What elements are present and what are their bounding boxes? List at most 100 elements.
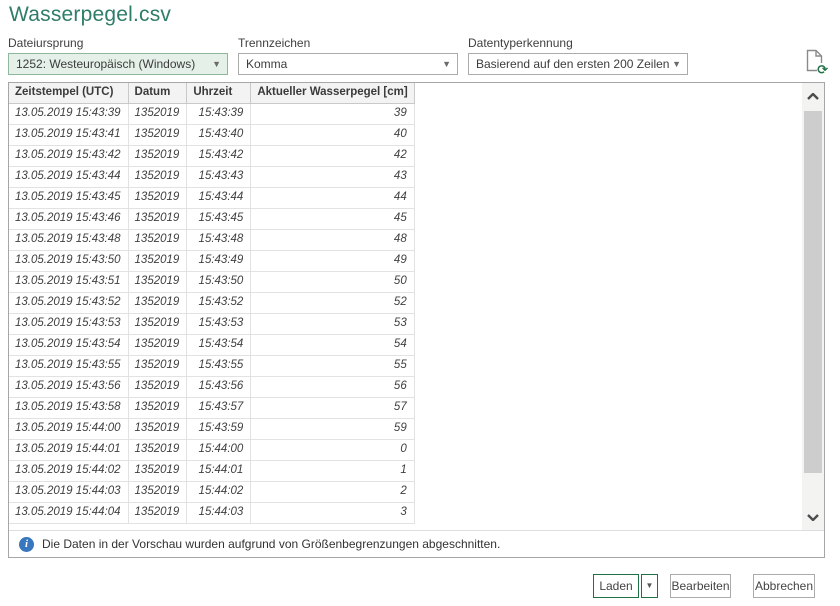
table-cell: 15:43:39 bbox=[187, 103, 251, 124]
table-cell: 48 bbox=[251, 229, 414, 250]
page-title: Wasserpegel.csv bbox=[9, 3, 171, 27]
chevron-down-icon bbox=[807, 514, 819, 521]
table-cell: 13.05.2019 15:44:03 bbox=[9, 481, 128, 502]
info-icon: i bbox=[19, 537, 34, 552]
table-cell: 13.05.2019 15:44:00 bbox=[9, 418, 128, 439]
table-row: 13.05.2019 15:43:55135201915:43:5555 bbox=[9, 355, 414, 376]
table-cell: 1352019 bbox=[128, 292, 187, 313]
table-row: 13.05.2019 15:44:03135201915:44:022 bbox=[9, 481, 414, 502]
chevron-down-icon: ▼ bbox=[672, 54, 681, 74]
scrollbar-thumb[interactable] bbox=[804, 111, 822, 473]
table-cell: 56 bbox=[251, 376, 414, 397]
data-preview-panel: Zeitstempel (UTC)DatumUhrzeitAktueller W… bbox=[8, 82, 825, 558]
table-cell: 13.05.2019 15:43:51 bbox=[9, 271, 128, 292]
load-button[interactable]: Laden bbox=[593, 574, 639, 598]
table-cell: 13.05.2019 15:43:46 bbox=[9, 208, 128, 229]
table-cell: 15:44:03 bbox=[187, 502, 251, 523]
table-cell: 1352019 bbox=[128, 229, 187, 250]
chevron-down-icon: ▼ bbox=[212, 54, 221, 74]
table-cell: 15:43:48 bbox=[187, 229, 251, 250]
column-header: Uhrzeit bbox=[187, 83, 251, 103]
chevron-down-icon: ▼ bbox=[442, 54, 451, 74]
table-cell: 13.05.2019 15:43:53 bbox=[9, 313, 128, 334]
load-dropdown-arrow-button[interactable]: ▼ bbox=[641, 574, 658, 598]
table-cell: 0 bbox=[251, 439, 414, 460]
table-cell: 1 bbox=[251, 460, 414, 481]
table-cell: 15:43:57 bbox=[187, 397, 251, 418]
table-cell: 15:44:01 bbox=[187, 460, 251, 481]
table-cell: 15:43:59 bbox=[187, 418, 251, 439]
file-origin-group: Dateiursprung 1252: Westeuropäisch (Wind… bbox=[8, 36, 228, 75]
table-cell: 13.05.2019 15:43:54 bbox=[9, 334, 128, 355]
table-cell: 42 bbox=[251, 145, 414, 166]
table-cell: 15:43:44 bbox=[187, 187, 251, 208]
cancel-button[interactable]: Abbrechen bbox=[753, 574, 815, 598]
delimiter-dropdown[interactable]: Komma ▼ bbox=[238, 53, 458, 75]
table-cell: 1352019 bbox=[128, 271, 187, 292]
scroll-up-button[interactable] bbox=[802, 83, 824, 109]
table-cell: 1352019 bbox=[128, 355, 187, 376]
table-cell: 1352019 bbox=[128, 103, 187, 124]
table-cell: 15:43:40 bbox=[187, 124, 251, 145]
column-header: Datum bbox=[128, 83, 187, 103]
table-cell: 1352019 bbox=[128, 145, 187, 166]
type-detection-value: Basierend auf den ersten 200 Zeilen bbox=[476, 57, 669, 71]
table-row: 13.05.2019 15:44:01135201915:44:000 bbox=[9, 439, 414, 460]
table-row: 13.05.2019 15:43:39135201915:43:3939 bbox=[9, 103, 414, 124]
table-row: 13.05.2019 15:43:52135201915:43:5252 bbox=[9, 292, 414, 313]
preview-truncated-message: Die Daten in der Vorschau wurden aufgrun… bbox=[42, 537, 500, 551]
table-cell: 13.05.2019 15:43:41 bbox=[9, 124, 128, 145]
table-cell: 13.05.2019 15:43:58 bbox=[9, 397, 128, 418]
table-cell: 1352019 bbox=[128, 460, 187, 481]
table-cell: 13.05.2019 15:43:55 bbox=[9, 355, 128, 376]
preview-table-body: 13.05.2019 15:43:39135201915:43:393913.0… bbox=[9, 103, 414, 523]
table-cell: 57 bbox=[251, 397, 414, 418]
file-origin-value: 1252: Westeuropäisch (Windows) bbox=[16, 57, 195, 71]
table-cell: 1352019 bbox=[128, 418, 187, 439]
table-header-row: Zeitstempel (UTC)DatumUhrzeitAktueller W… bbox=[9, 83, 414, 103]
file-origin-dropdown[interactable]: 1252: Westeuropäisch (Windows) ▼ bbox=[8, 53, 228, 75]
table-cell: 49 bbox=[251, 250, 414, 271]
table-cell: 54 bbox=[251, 334, 414, 355]
preview-truncated-info-bar: i Die Daten in der Vorschau wurden aufgr… bbox=[9, 530, 824, 557]
table-cell: 1352019 bbox=[128, 124, 187, 145]
table-cell: 43 bbox=[251, 166, 414, 187]
table-cell: 15:43:56 bbox=[187, 376, 251, 397]
column-header: Aktueller Wasserpegel [cm] bbox=[251, 83, 414, 103]
table-cell: 13.05.2019 15:43:56 bbox=[9, 376, 128, 397]
table-cell: 15:43:50 bbox=[187, 271, 251, 292]
scroll-down-button[interactable] bbox=[802, 504, 824, 530]
type-detection-dropdown[interactable]: Basierend auf den ersten 200 Zeilen ▼ bbox=[468, 53, 688, 75]
delimiter-group: Trennzeichen Komma ▼ bbox=[238, 36, 458, 75]
table-cell: 55 bbox=[251, 355, 414, 376]
table-cell: 15:43:49 bbox=[187, 250, 251, 271]
preview-table: Zeitstempel (UTC)DatumUhrzeitAktueller W… bbox=[9, 83, 415, 524]
edit-button[interactable]: Bearbeiten bbox=[670, 574, 731, 598]
table-cell: 13.05.2019 15:43:44 bbox=[9, 166, 128, 187]
chevron-up-icon bbox=[807, 93, 819, 100]
table-cell: 53 bbox=[251, 313, 414, 334]
table-cell: 15:43:45 bbox=[187, 208, 251, 229]
table-row: 13.05.2019 15:43:48135201915:43:4848 bbox=[9, 229, 414, 250]
refresh-preview-icon[interactable]: ⟳ bbox=[806, 49, 826, 75]
table-row: 13.05.2019 15:43:50135201915:43:4949 bbox=[9, 250, 414, 271]
table-cell: 59 bbox=[251, 418, 414, 439]
table-cell: 3 bbox=[251, 502, 414, 523]
table-cell: 1352019 bbox=[128, 397, 187, 418]
vertical-scrollbar[interactable] bbox=[802, 83, 824, 530]
table-cell: 40 bbox=[251, 124, 414, 145]
table-cell: 15:43:53 bbox=[187, 313, 251, 334]
table-row: 13.05.2019 15:43:51135201915:43:5050 bbox=[9, 271, 414, 292]
table-cell: 52 bbox=[251, 292, 414, 313]
table-row: 13.05.2019 15:43:44135201915:43:4343 bbox=[9, 166, 414, 187]
table-cell: 15:43:55 bbox=[187, 355, 251, 376]
refresh-arrows-glyph: ⟳ bbox=[817, 63, 828, 76]
type-detection-group: Datentyperkennung Basierend auf den erst… bbox=[468, 36, 688, 75]
table-row: 13.05.2019 15:43:45135201915:43:4444 bbox=[9, 187, 414, 208]
table-cell: 13.05.2019 15:43:39 bbox=[9, 103, 128, 124]
table-cell: 15:43:52 bbox=[187, 292, 251, 313]
table-cell: 1352019 bbox=[128, 250, 187, 271]
table-cell: 13.05.2019 15:43:50 bbox=[9, 250, 128, 271]
table-cell: 15:43:54 bbox=[187, 334, 251, 355]
table-row: 13.05.2019 15:43:41135201915:43:4040 bbox=[9, 124, 414, 145]
